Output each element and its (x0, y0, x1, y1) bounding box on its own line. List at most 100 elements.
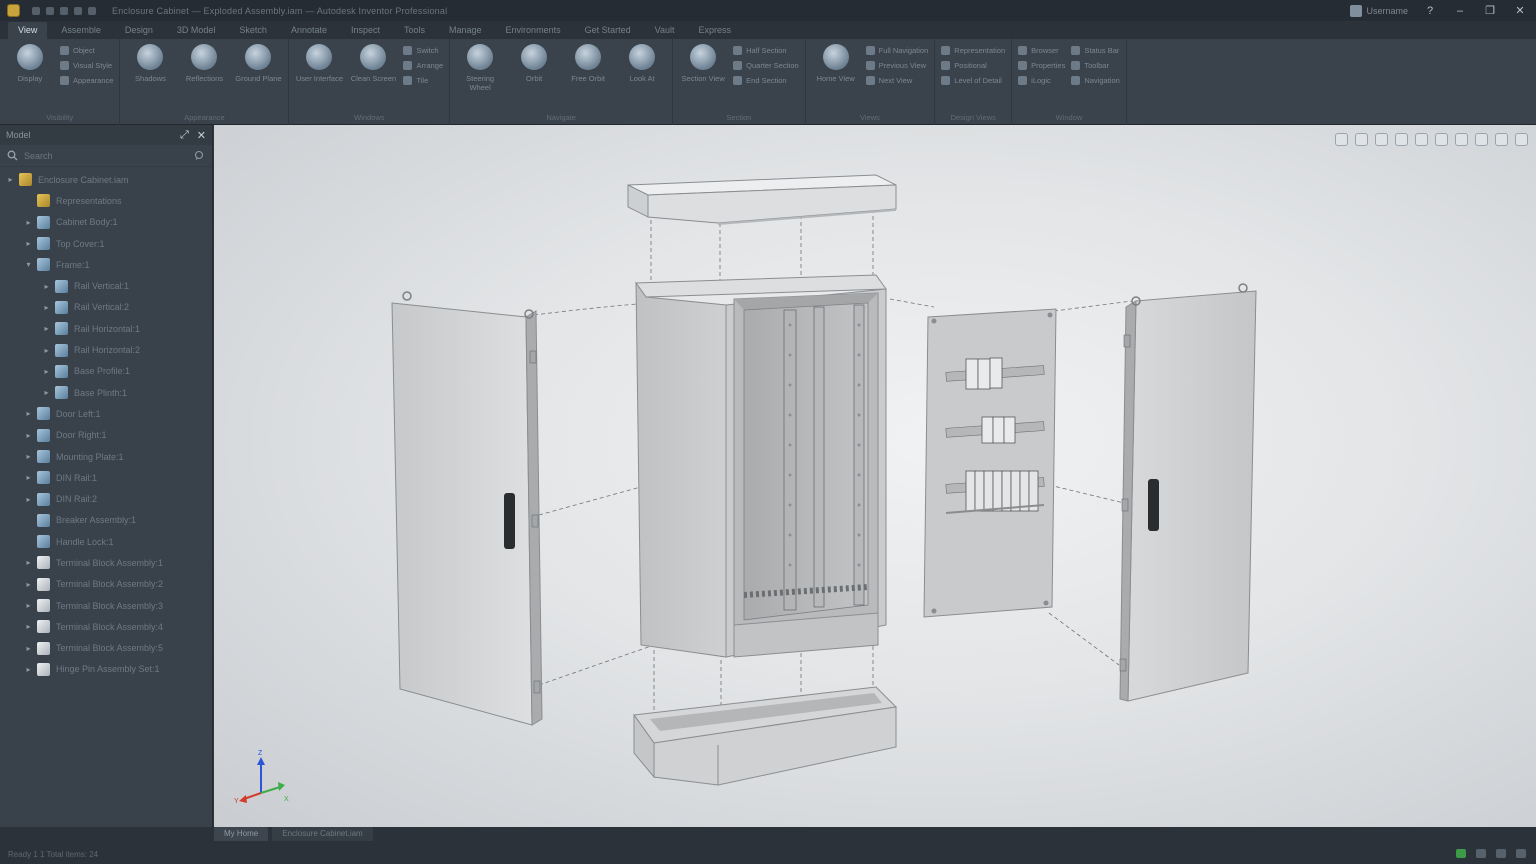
expand-toggle-icon[interactable]: ▸ (24, 580, 33, 589)
ribbon-tab[interactable]: Environments (496, 22, 571, 39)
ribbon-tab[interactable]: Manage (439, 22, 492, 39)
ribbon-small-command[interactable]: Quarter Section (733, 61, 799, 70)
ribbon-small-command[interactable]: Appearance (60, 76, 113, 85)
ribbon-small-command[interactable]: End Section (733, 76, 799, 85)
expand-toggle-icon[interactable]: ▸ (24, 239, 33, 248)
tree-item[interactable]: ▸ Rail Horizontal:1 (0, 318, 212, 339)
ribbon-small-command[interactable]: Positional (941, 61, 1005, 70)
expand-toggle-icon[interactable]: ▸ (24, 558, 33, 567)
minimize-button[interactable]: – (1452, 5, 1468, 17)
expand-toggle-icon[interactable]: ▸ (24, 218, 33, 227)
help-button[interactable]: ? (1422, 5, 1438, 17)
tree-item[interactable]: ▸ Mounting Plate:1 (0, 446, 212, 467)
tree-item[interactable]: ▸ Rail Vertical:1 (0, 275, 212, 296)
ribbon-tab[interactable]: Sketch (229, 22, 277, 39)
browser-search[interactable]: Search (0, 145, 212, 167)
tree-item[interactable]: ▸ Hinge Pin Assembly Set:1 (0, 659, 212, 680)
tree-item[interactable]: ▸ Cabinet Body:1 (0, 212, 212, 233)
ribbon-tab[interactable]: View (8, 22, 48, 39)
expand-toggle-icon[interactable]: ▸ (24, 452, 33, 461)
ribbon-small-command[interactable]: Object (60, 46, 113, 55)
ribbon-small-command[interactable]: Full Navigation (865, 46, 928, 55)
expand-toggle-icon[interactable]: ▸ (42, 388, 51, 397)
user-account[interactable]: Username (1350, 4, 1408, 17)
ribbon-small-command[interactable]: Half Section (733, 46, 799, 55)
expand-toggle-icon[interactable]: ▸ (24, 473, 33, 482)
expand-toggle-icon[interactable]: ▸ (24, 644, 33, 653)
maximize-button[interactable]: ❐ (1482, 4, 1498, 17)
tree-item[interactable]: ▾ Frame:1 (0, 254, 212, 275)
expand-toggle-icon[interactable]: ▸ (6, 175, 15, 184)
ribbon-small-command[interactable]: Previous View (865, 61, 929, 70)
ribbon-small-command[interactable]: Browser (1018, 46, 1065, 55)
ribbon-tab[interactable]: Tools (394, 22, 435, 39)
graphics-viewport[interactable]: Z X Y (214, 125, 1536, 827)
ribbon-tab[interactable]: 3D Model (167, 22, 226, 39)
ribbon-small-command[interactable]: Level of Detail (941, 76, 1005, 85)
ribbon-small-command[interactable]: Properties (1018, 61, 1065, 70)
ribbon-small-command[interactable]: Visual Style (60, 61, 113, 70)
tree-item[interactable]: ▸ Top Cover:1 (0, 233, 212, 254)
undo-icon[interactable] (74, 6, 82, 15)
units-icon[interactable] (1496, 849, 1506, 858)
tree-item[interactable]: ▸ DIN Rail:2 (0, 488, 212, 509)
expand-toggle-icon[interactable]: ▸ (24, 409, 33, 418)
tree-item[interactable]: ▸ Rail Horizontal:2 (0, 339, 212, 360)
expand-toggle-icon[interactable]: ▸ (24, 495, 33, 504)
tree-item[interactable]: ▸ Terminal Block Assembly:4 (0, 616, 212, 637)
expand-toggle-icon[interactable]: ▸ (42, 367, 51, 376)
document-tab[interactable]: My Home (214, 827, 269, 841)
ribbon-tab[interactable]: Design (115, 22, 163, 39)
tree-item[interactable]: Breaker Assembly:1 (0, 510, 212, 531)
close-panel-icon[interactable]: ✕ (197, 129, 206, 142)
tree-item[interactable]: ▸ Terminal Block Assembly:2 (0, 574, 212, 595)
tree-item[interactable]: Representations (0, 190, 212, 211)
expand-toggle-icon[interactable]: ▸ (42, 346, 51, 355)
ribbon-small-command[interactable]: Next View (865, 76, 929, 85)
expand-toggle-icon[interactable]: ▾ (24, 260, 33, 269)
tree-item[interactable]: ▸ Rail Vertical:2 (0, 297, 212, 318)
ribbon-small-command[interactable]: Arrange (403, 61, 443, 70)
grid-icon[interactable] (1476, 849, 1486, 858)
filter-icon[interactable] (194, 150, 205, 161)
expand-toggle-icon[interactable]: ▸ (24, 665, 33, 674)
document-tab[interactable]: Enclosure Cabinet.iam (272, 827, 373, 841)
tree-item[interactable]: ▸ Terminal Block Assembly:3 (0, 595, 212, 616)
ribbon-small-command[interactable]: Navigation (1071, 76, 1120, 85)
close-button[interactable]: ✕ (1512, 4, 1528, 17)
tree-item[interactable]: ▸ Door Right:1 (0, 425, 212, 446)
tree-item[interactable]: ▸ Base Profile:1 (0, 361, 212, 382)
expand-toggle-icon[interactable]: ▸ (24, 622, 33, 631)
redo-icon[interactable] (88, 6, 96, 15)
tree-item[interactable]: ▸ Base Plinth:1 (0, 382, 212, 403)
ribbon-tab[interactable]: Express (688, 22, 741, 39)
ribbon-tab[interactable]: Get Started (575, 22, 641, 39)
ribbon-small-command[interactable]: Switch (403, 46, 443, 55)
tree-item[interactable]: ▸ Terminal Block Assembly:1 (0, 552, 212, 573)
tree-item[interactable]: ▸ Enclosure Cabinet.iam (0, 169, 212, 190)
layout-icon[interactable] (1516, 849, 1526, 858)
app-logo-icon[interactable] (7, 4, 20, 17)
expand-icon[interactable]: ⤢ (180, 129, 189, 142)
save-icon[interactable] (60, 6, 68, 15)
ribbon-small-command[interactable]: Toolbar (1071, 61, 1119, 70)
connection-icon[interactable] (1456, 849, 1466, 858)
new-icon[interactable] (32, 6, 40, 15)
expand-toggle-icon[interactable]: ▸ (24, 601, 33, 610)
ribbon-small-command[interactable]: Tile (403, 76, 443, 85)
ribbon-tab[interactable]: Vault (645, 22, 685, 39)
tree-item[interactable]: ▸ Door Left:1 (0, 403, 212, 424)
tree-item[interactable]: Handle Lock:1 (0, 531, 212, 552)
ribbon-small-command[interactable]: Representation (941, 46, 1005, 55)
expand-toggle-icon[interactable]: ▸ (42, 303, 51, 312)
expand-toggle-icon[interactable]: ▸ (24, 431, 33, 440)
tree-item[interactable]: ▸ DIN Rail:1 (0, 467, 212, 488)
ribbon-tab[interactable]: Annotate (281, 22, 337, 39)
ribbon-tab[interactable]: Assemble (51, 22, 111, 39)
ribbon-small-command[interactable]: Status Bar (1071, 46, 1119, 55)
ribbon-small-command[interactable]: iLogic (1018, 76, 1065, 85)
tree-item[interactable]: ▸ Terminal Block Assembly:5 (0, 638, 212, 659)
open-icon[interactable] (46, 6, 54, 15)
expand-toggle-icon[interactable]: ▸ (42, 324, 51, 333)
expand-toggle-icon[interactable]: ▸ (42, 282, 51, 291)
